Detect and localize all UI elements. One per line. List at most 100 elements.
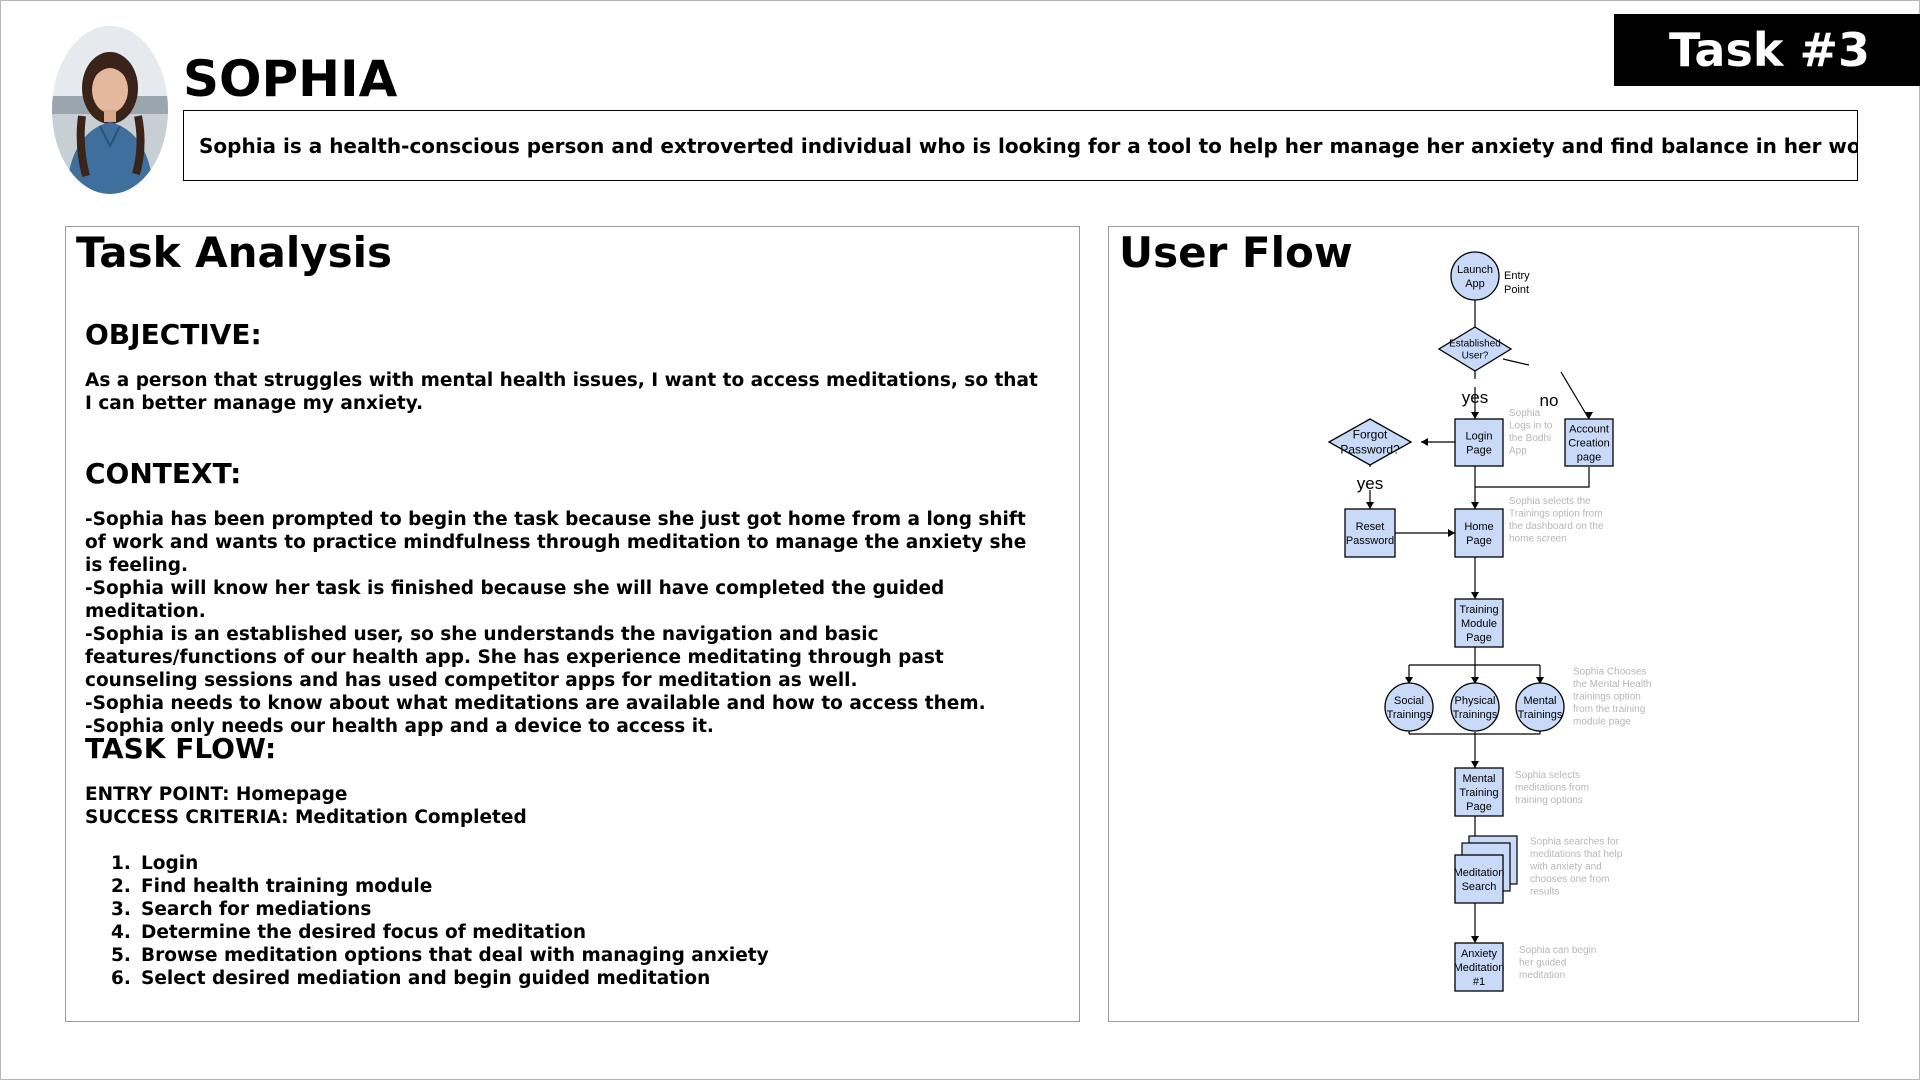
note-trainings: from the training bbox=[1573, 704, 1645, 715]
task-step: 1. Login bbox=[111, 852, 769, 875]
edge-login-forgot-head bbox=[1421, 438, 1428, 446]
mental-training-page-node-label: Page bbox=[1466, 801, 1492, 813]
note-anxiety: Sophia can begin bbox=[1519, 945, 1596, 956]
login-page-node-label: Login bbox=[1466, 430, 1493, 442]
edge-yes-reset-head bbox=[1366, 502, 1374, 509]
task-steps: 1. Login 2. Find health training module 3.… bbox=[111, 852, 769, 990]
note-login: the Bodhi bbox=[1509, 433, 1551, 444]
step-number: 3. bbox=[111, 899, 131, 920]
anxiety-meditation-node-label: Anxiety bbox=[1461, 948, 1498, 960]
forgot-yes-label: yes bbox=[1357, 474, 1383, 493]
established-user-node-label: Established bbox=[1449, 339, 1501, 350]
edge-login-home-head bbox=[1471, 502, 1479, 509]
step-text: Select desired mediation and begin guide… bbox=[141, 968, 711, 989]
note-login: App bbox=[1509, 445, 1527, 456]
persona-photo bbox=[52, 26, 168, 194]
note-home: Trainings option from bbox=[1509, 508, 1603, 519]
step-text: Browse meditation options that deal with… bbox=[141, 945, 769, 966]
edge-home-module-head bbox=[1471, 592, 1479, 599]
edge-reset-home-head bbox=[1448, 529, 1455, 537]
mental-training-page-node-label: Training bbox=[1459, 787, 1498, 799]
task-step: 6. Select desired mediation and begin gui… bbox=[111, 967, 769, 990]
persona-description: Sophia is a health-conscious person and … bbox=[183, 110, 1858, 181]
training-module-node-label: Page bbox=[1466, 632, 1492, 644]
edge-merge-mentalpage-head bbox=[1471, 761, 1479, 768]
task-badge: Task #3 bbox=[1614, 14, 1920, 86]
social-trainings-node-label: Social bbox=[1394, 695, 1424, 707]
meditation-search-node bbox=[1454, 854, 1504, 904]
meditation-search-node-label: Search bbox=[1462, 881, 1497, 893]
edge-account-home bbox=[1475, 467, 1590, 488]
context-line: -Sophia has been prompted to begin the t… bbox=[85, 509, 1027, 576]
note-home: the dashboard on the bbox=[1509, 521, 1604, 532]
note-search: results bbox=[1530, 887, 1559, 898]
task-flow-heading: TASK FLOW: bbox=[85, 732, 277, 765]
physical-trainings-node-label: Trainings bbox=[1453, 709, 1498, 721]
note-mental-page: training options bbox=[1515, 795, 1583, 806]
objective-heading: OBJECTIVE: bbox=[85, 318, 262, 351]
context-line: -Sophia will know her task is finished b… bbox=[85, 578, 945, 622]
step-number: 6. bbox=[111, 968, 131, 989]
mental-trainings-node bbox=[1515, 682, 1565, 732]
home-page-node-label: Home bbox=[1464, 521, 1493, 533]
step-number: 5. bbox=[111, 945, 131, 966]
context-heading: CONTEXT: bbox=[85, 457, 242, 490]
step-text: Find health training module bbox=[141, 876, 433, 897]
note-anxiety: her guided bbox=[1519, 958, 1566, 969]
note-anxiety: meditation bbox=[1519, 970, 1565, 981]
task-analysis-title: Task Analysis bbox=[76, 228, 393, 277]
task-step: 4. Determine the desired focus of meditat… bbox=[111, 921, 769, 944]
login-page-node-label: Page bbox=[1466, 444, 1492, 456]
account-creation-node-label: Account bbox=[1569, 423, 1609, 435]
step-text: Login bbox=[141, 853, 199, 874]
user-flow-panel: User Flow Launch App Entry Point Established… bbox=[1108, 226, 1859, 1022]
step-text: Determine the desired focus of meditatio… bbox=[141, 922, 587, 943]
launch-app-node-label: Launch bbox=[1457, 264, 1493, 276]
established-user-node-label: User? bbox=[1462, 351, 1489, 362]
context-text: -Sophia has been prompted to begin the t… bbox=[85, 508, 1045, 738]
home-page-node-label: Page bbox=[1466, 535, 1492, 547]
note-search: chooses one from bbox=[1530, 874, 1610, 885]
yes-label: yes bbox=[1462, 388, 1488, 407]
forgot-password-node-label: Password? bbox=[1340, 443, 1400, 457]
home-page-node bbox=[1454, 508, 1504, 558]
task-step: 3. Search for mediations bbox=[111, 898, 769, 921]
task-analysis-panel: Task Analysis OBJECTIVE: As a person tha… bbox=[65, 226, 1080, 1022]
note-home: Sophia selects the bbox=[1509, 496, 1591, 507]
note-mental-page: meditations from bbox=[1515, 783, 1589, 794]
no-label: no bbox=[1540, 391, 1559, 410]
login-page-node bbox=[1454, 418, 1504, 467]
edge-search-anxiety-head bbox=[1471, 936, 1479, 943]
task-step: 2. Find health training module bbox=[111, 875, 769, 898]
meditation-search-node-label: Meditation bbox=[1454, 867, 1505, 879]
step-number: 2. bbox=[111, 876, 131, 897]
task-step: 5. Browse meditation options that deal wi… bbox=[111, 944, 769, 967]
social-trainings-node bbox=[1384, 682, 1434, 732]
mental-trainings-node-label: Trainings bbox=[1518, 709, 1563, 721]
note-login: Logs in to bbox=[1509, 420, 1553, 431]
mental-trainings-node-label: Mental bbox=[1523, 695, 1556, 707]
step-number: 1. bbox=[111, 853, 131, 874]
mental-training-page-node-label: Mental bbox=[1462, 773, 1495, 785]
context-line: -Sophia is an established user, so she u… bbox=[85, 624, 944, 691]
step-number: 4. bbox=[111, 922, 131, 943]
note-home: home screen bbox=[1509, 533, 1567, 544]
note-trainings: trainings option bbox=[1573, 692, 1641, 703]
launch-app-node bbox=[1450, 251, 1500, 301]
step-text: Search for mediations bbox=[141, 899, 372, 920]
account-creation-node-label: page bbox=[1577, 451, 1601, 463]
note-login: Sophia bbox=[1509, 408, 1541, 419]
training-module-node-label: Module bbox=[1461, 618, 1497, 630]
note-search: meditations that help bbox=[1530, 849, 1623, 860]
success-criteria: SUCCESS CRITERIA: Meditation Completed bbox=[85, 807, 527, 828]
edge-yes-login-head bbox=[1471, 412, 1479, 419]
launch-app-node-label: App bbox=[1465, 278, 1485, 290]
entry-point: ENTRY POINT: Homepage bbox=[85, 784, 348, 805]
note-mental-page: Sophia selects bbox=[1515, 770, 1580, 781]
edge-established-no bbox=[1502, 358, 1530, 366]
reset-password-node bbox=[1344, 508, 1396, 558]
context-line: -Sophia needs to know about what meditat… bbox=[85, 693, 986, 714]
entry-point-label: Entry bbox=[1504, 270, 1530, 282]
training-module-node-label: Training bbox=[1459, 604, 1498, 616]
entry-point-label: Point bbox=[1504, 284, 1529, 296]
